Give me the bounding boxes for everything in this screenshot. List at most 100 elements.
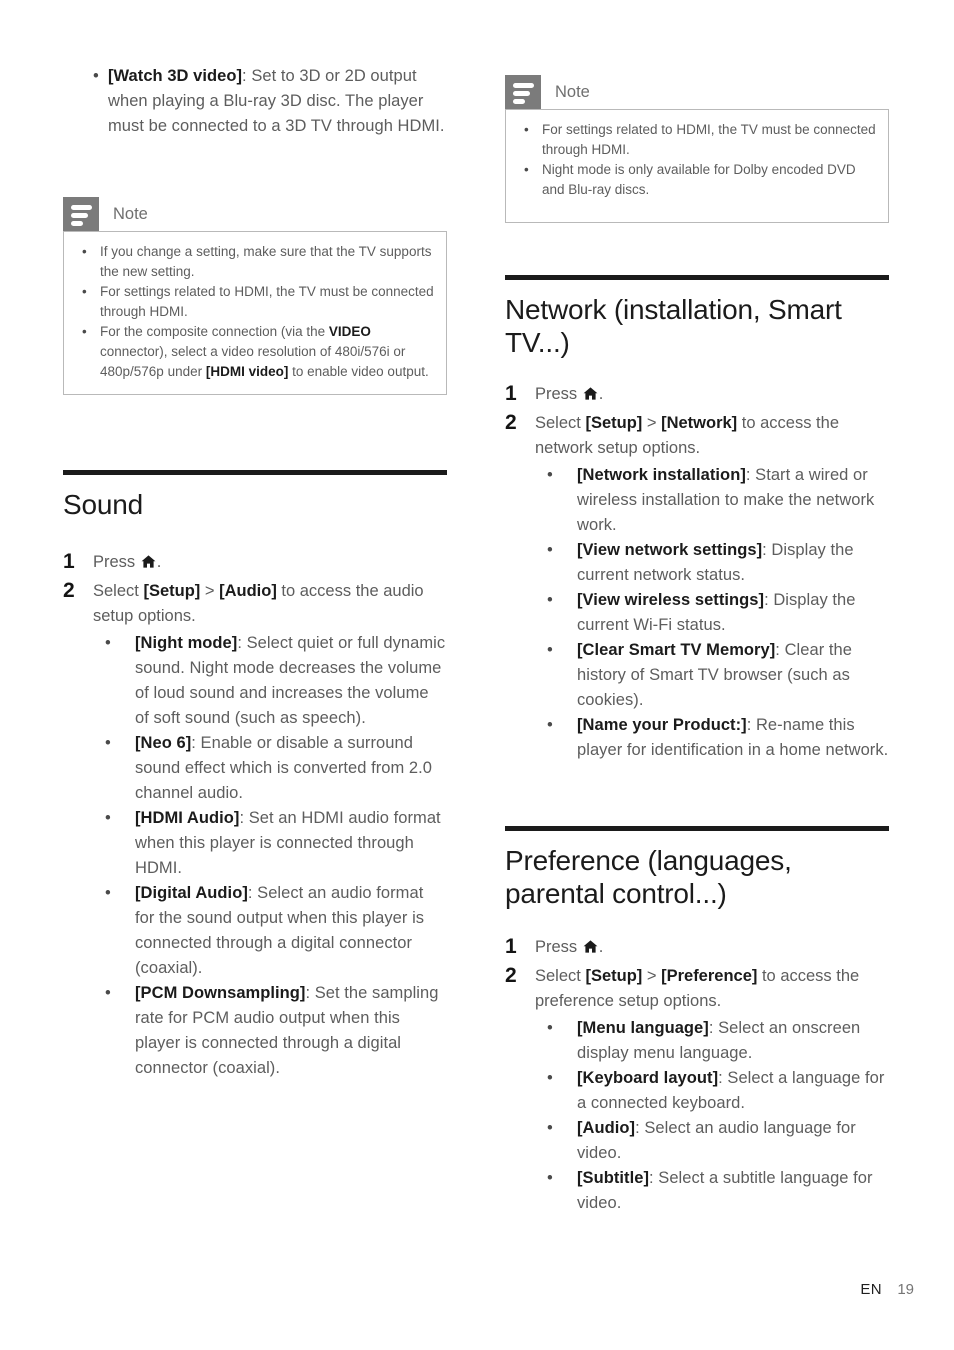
step-2: 2 Select [Setup] > [Audio] to access the…: [63, 579, 424, 625]
note-header: Note: [505, 75, 889, 109]
video-connector-label: VIDEO: [328, 324, 371, 339]
note-item-list: • If you change a setting, make sure tha…: [76, 242, 434, 382]
bullet-dot-icon: •: [547, 591, 553, 609]
bullet-dot-icon: •: [105, 809, 111, 827]
bullet-dot-icon: •: [524, 122, 529, 137]
bullet-dot-icon: •: [82, 244, 87, 259]
step-1: 1 Press .: [505, 382, 604, 405]
bullet-dot-icon: •: [93, 67, 99, 85]
note-header: Note: [63, 197, 447, 231]
option-label: [Menu language]: [577, 1019, 709, 1037]
bullet-dot-icon: •: [547, 1019, 553, 1037]
option-label: [View wireless settings]: [577, 591, 765, 609]
step-2: 2 Select [Setup] > [Network] to access t…: [505, 411, 839, 457]
step-number: 1: [63, 550, 75, 573]
note-item-text: For settings related to HDMI, the TV mus…: [100, 284, 434, 319]
note-box-video: Note • If you change a setting, make sur…: [63, 197, 447, 395]
section-preference: Preference (languages, parental control.…: [505, 826, 889, 910]
bullet-dot-icon: •: [82, 284, 87, 299]
section-rule: [63, 470, 447, 475]
option-label: [PCM Downsampling]: [135, 984, 306, 1002]
setting-label: [Watch 3D video]: [108, 67, 243, 85]
option-label: [Night mode]: [135, 634, 238, 652]
page-footer: EN 19: [0, 1281, 954, 1305]
list-item: • [Keyboard layout]: Select a language f…: [505, 1066, 889, 1116]
step-number: 2: [63, 579, 75, 602]
numbered-step-list: 1 Press . 2 Select [Setup] > [Audio] to …: [63, 550, 447, 629]
setup-menu-label: [Setup]: [143, 582, 201, 600]
bullet-dot-icon: •: [547, 541, 553, 559]
note-body: • For settings related to HDMI, the TV m…: [505, 109, 889, 223]
note-item-text: If you change a setting, make sure that …: [100, 244, 432, 279]
list-item: • [Watch 3D video]: Set to 3D or 2D outp…: [63, 64, 447, 139]
note-item-text: For settings related to HDMI, the TV mus…: [542, 122, 876, 157]
note-box-audio: Note • For settings related to HDMI, the…: [505, 75, 889, 223]
bullet-dot-icon: •: [547, 1069, 553, 1087]
section-rule: [505, 826, 889, 831]
note-item-list: • For settings related to HDMI, the TV m…: [518, 120, 876, 200]
bullet-dot-icon: •: [105, 984, 111, 1002]
list-item: • [Night mode]: Select quiet or full dyn…: [63, 631, 447, 731]
numbered-step-list: 1 Press . 2 Select [Setup] > [Preference…: [505, 935, 889, 1014]
note-item: • For the composite connection (via the …: [76, 322, 434, 382]
watch-3d-video-bullet-group: • [Watch 3D video]: Set to 3D or 2D outp…: [63, 64, 447, 139]
note-item-text: For the composite connection (via the VI…: [100, 324, 429, 379]
setup-menu-label: [Setup]: [585, 967, 643, 985]
bullet-dot-icon: •: [547, 466, 553, 484]
language-code: EN: [860, 1281, 882, 1298]
note-item: • For settings related to HDMI, the TV m…: [518, 120, 876, 160]
list-item: • [PCM Downsampling]: Set the sampling r…: [63, 981, 447, 1081]
home-icon: [583, 387, 598, 400]
bullet-dot-icon: •: [547, 1169, 553, 1187]
bullet-dot-icon: •: [547, 1119, 553, 1137]
list-item: • [Network installation]: Start a wired …: [505, 463, 889, 538]
bullet-dot-icon: •: [82, 324, 87, 339]
list-item: • [View network settings]: Display the c…: [505, 538, 889, 588]
list-item: • [Neo 6]: Enable or disable a surround …: [63, 731, 447, 806]
note-icon: [505, 75, 541, 109]
list-item: • [View wireless settings]: Display the …: [505, 588, 889, 638]
option-label: [Subtitle]: [577, 1169, 649, 1187]
step-1: 1 Press .: [505, 935, 604, 958]
bullet-dot-icon: •: [105, 884, 111, 902]
note-item-text: Night mode is only available for Dolby e…: [542, 162, 856, 197]
preference-steps: 1 Press . 2 Select [Setup] > [Preference…: [505, 935, 889, 1216]
bullet-dot-icon: •: [547, 716, 553, 734]
page-number: 19: [897, 1281, 914, 1298]
page-title-network: Network (installation, Smart TV...): [505, 294, 842, 358]
step-number: 1: [505, 382, 517, 405]
section-rule: [505, 275, 889, 280]
step-2: 2 Select [Setup] > [Preference] to acces…: [505, 964, 860, 1010]
list-item: • [Audio]: Select an audio language for …: [505, 1116, 889, 1166]
bullet-dot-icon: •: [105, 634, 111, 652]
section-network: Network (installation, Smart TV...): [505, 275, 889, 359]
network-steps: 1 Press . 2 Select [Setup] > [Network] t…: [505, 382, 889, 763]
network-menu-label: [Network]: [661, 414, 738, 432]
network-options-list: • [Network installation]: Start a wired …: [505, 463, 889, 763]
list-item: • [Subtitle]: Select a subtitle language…: [505, 1166, 889, 1216]
section-sound: Sound: [63, 470, 447, 521]
list-item: • [HDMI Audio]: Set an HDMI audio format…: [63, 806, 447, 881]
option-label: [HDMI Audio]: [135, 809, 240, 827]
step-number: 2: [505, 964, 517, 987]
preference-options-list: • [Menu language]: Select an onscreen di…: [505, 1016, 889, 1216]
option-label: [Keyboard layout]: [577, 1069, 719, 1087]
option-label: [Neo 6]: [135, 734, 192, 752]
manual-page: • [Watch 3D video]: Set to 3D or 2D outp…: [0, 0, 954, 1350]
option-label: [Digital Audio]: [135, 884, 248, 902]
note-item: • Night mode is only available for Dolby…: [518, 160, 876, 200]
note-title: Note: [555, 83, 590, 101]
bullet-list-video-continued: • [Watch 3D video]: Set to 3D or 2D outp…: [63, 64, 447, 139]
note-item: • For settings related to HDMI, the TV m…: [76, 282, 434, 322]
step-1: 1 Press .: [63, 550, 447, 575]
sound-options-list: • [Night mode]: Select quiet or full dyn…: [63, 631, 447, 1081]
preference-menu-label: [Preference]: [661, 967, 758, 985]
step-text: Press: [93, 553, 140, 571]
bullet-dot-icon: •: [524, 162, 529, 177]
page-title-sound: Sound: [63, 489, 143, 520]
list-item: • [Name your Product:]: Re-name this pla…: [505, 713, 889, 763]
bullet-dot-icon: •: [105, 734, 111, 752]
page-title-preference: Preference (languages, parental control.…: [505, 845, 792, 909]
note-icon: [63, 197, 99, 231]
step-number: 2: [505, 411, 517, 434]
